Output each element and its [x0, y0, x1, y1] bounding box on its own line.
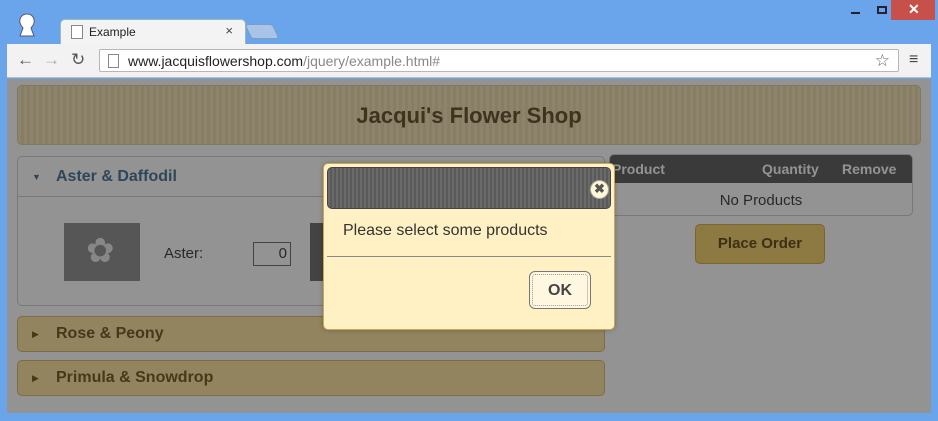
- forward-arrow-icon[interactable]: →: [43, 50, 60, 70]
- minimize-button[interactable]: [843, 0, 868, 20]
- close-icon: ✕: [908, 1, 920, 17]
- bookmark-star-icon[interactable]: ☆: [875, 51, 890, 71]
- url-text[interactable]: www.jacquisflowershop.com/jquery/example…: [128, 53, 440, 69]
- hamburger-menu-icon[interactable]: ≡: [909, 51, 918, 69]
- url-path: /jquery/example.html#: [303, 53, 441, 69]
- minimize-icon: [851, 12, 860, 14]
- url-host: www.jacquisflowershop.com: [128, 53, 304, 69]
- maximize-icon: [877, 6, 887, 14]
- tab-example[interactable]: Example ×: [60, 19, 246, 44]
- ok-button[interactable]: OK: [529, 271, 591, 309]
- new-tab-button[interactable]: [244, 24, 280, 39]
- dialog-close-icon[interactable]: ✖: [590, 180, 609, 199]
- back-arrow-icon[interactable]: ←: [17, 50, 34, 70]
- page-icon: [71, 25, 83, 39]
- window-close-button[interactable]: ✕: [891, 0, 935, 20]
- alert-dialog: ✖ Please select some products OK: [323, 163, 615, 330]
- dialog-titlebar[interactable]: ✖: [327, 167, 611, 209]
- reload-icon[interactable]: ↻: [71, 50, 85, 70]
- profile-icon[interactable]: [16, 12, 38, 38]
- address-bar[interactable]: www.jacquisflowershop.com/jquery/example…: [99, 49, 899, 72]
- page-icon: [108, 54, 119, 68]
- title-bar: Example × ✕: [0, 0, 938, 44]
- dialog-divider: [327, 256, 611, 257]
- tab-close-icon[interactable]: ×: [225, 23, 233, 38]
- tab-title: Example: [89, 25, 136, 39]
- dialog-message: Please select some products: [343, 222, 548, 239]
- browser-toolbar: ← → ↻ www.jacquisflowershop.com/jquery/e…: [7, 44, 931, 78]
